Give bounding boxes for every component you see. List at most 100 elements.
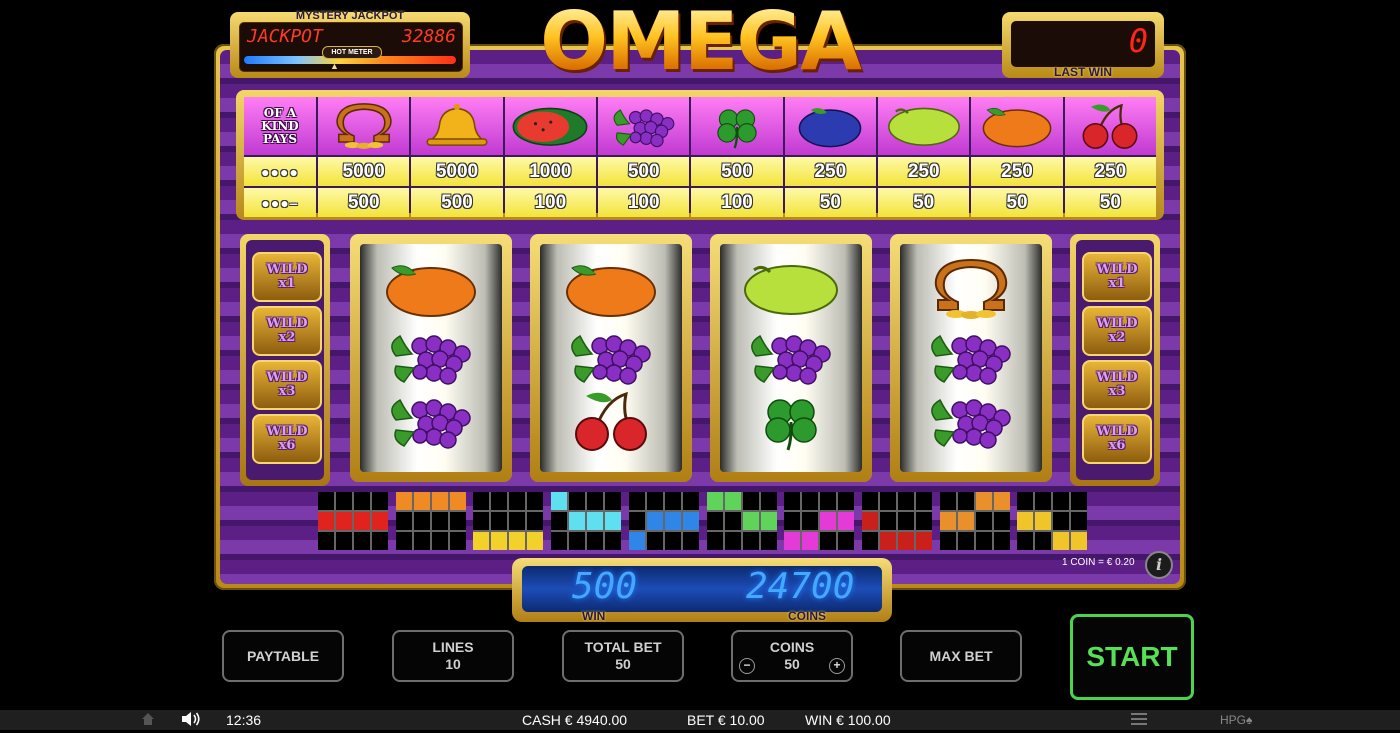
paytable-symbol — [504, 97, 596, 155]
max-bet-button[interactable]: MAX BET — [900, 630, 1022, 682]
wild-tile-x2: WILD x2 — [252, 306, 322, 356]
paytable-symbol — [411, 97, 503, 155]
last-win-label: LAST WIN — [1054, 65, 1112, 79]
grapes-icon — [916, 390, 1026, 452]
four-kind-pay: 5000 — [318, 157, 410, 186]
three-kind-pay: 50 — [1064, 188, 1156, 217]
wild-multiplier-right: WILD x1 WILD x2 WILD x3 WILD x6 — [1070, 234, 1160, 486]
start-button[interactable]: START — [1070, 614, 1194, 700]
four-kind-pay: 250 — [784, 157, 876, 186]
three-kind-pay: 100 — [598, 188, 690, 217]
payline-2 — [395, 492, 466, 550]
paytable-symbol — [878, 97, 970, 155]
paytable-symbol — [598, 97, 690, 155]
grapes-icon — [736, 326, 846, 388]
plum-icon — [788, 102, 872, 150]
three-kind-pay: 50 — [878, 188, 970, 217]
payline-indicators — [318, 492, 1088, 550]
wild-tile-x3: WILD x3 — [252, 360, 322, 410]
payline-3 — [473, 492, 544, 550]
wild-tile-x3: WILD x3 — [1082, 360, 1152, 410]
win-value: 500 — [572, 566, 638, 607]
payline-4 — [551, 492, 622, 550]
payline-5 — [628, 492, 699, 550]
three-kind-label: ●●●– — [244, 188, 316, 217]
coins-value: 24700 — [746, 566, 855, 607]
four-kind-pay: 250 — [878, 157, 970, 186]
grapes-icon — [376, 390, 486, 452]
hot-meter-pointer-icon: ▲ — [330, 61, 339, 71]
paytable-symbol — [1064, 97, 1156, 155]
info-button[interactable]: i — [1145, 551, 1173, 579]
paytable: OF A KIND PAYS ●●●● 5000 5000 1000 500 5… — [244, 97, 1156, 217]
payline-6 — [706, 492, 777, 550]
paytable-header: OF A KIND PAYS — [244, 97, 316, 155]
wild-tile-x1: WILD x1 — [1082, 252, 1152, 302]
wild-tile-x6: WILD x6 — [1082, 414, 1152, 464]
coins-selector: COINS 50 − + — [731, 630, 853, 682]
omega-icon — [322, 102, 406, 150]
lemon-icon — [882, 102, 966, 150]
three-kind-pay: 50 — [784, 188, 876, 217]
jackpot-title: MYSTERY JACKPOT — [295, 10, 405, 22]
four-kind-pay: 1000 — [504, 157, 596, 186]
payline-10 — [1017, 492, 1088, 550]
four-kind-pay: 500 — [691, 157, 783, 186]
four-kind-pay: 250 — [1064, 157, 1156, 186]
three-kind-pay: 50 — [971, 188, 1063, 217]
four-kind-pay: 500 — [598, 157, 690, 186]
reel-2 — [530, 234, 692, 482]
payline-9 — [939, 492, 1010, 550]
total-bet-button[interactable]: TOTAL BET 50 — [562, 630, 684, 682]
bet-text: BET € 10.00 — [687, 712, 765, 728]
reel-1 — [350, 234, 512, 482]
provider-logo: HPG♠ — [1220, 713, 1253, 727]
coins-decrease-button[interactable]: − — [739, 658, 755, 674]
lines-value: 10 — [445, 656, 461, 672]
lemon-icon — [736, 258, 846, 320]
hot-meter-label: HOT METER — [322, 46, 382, 59]
last-win-value: 0 — [1128, 22, 1148, 60]
coins-increase-button[interactable]: + — [829, 658, 845, 674]
four-kind-label: ●●●● — [244, 157, 316, 186]
four-kind-pay: 5000 — [411, 157, 503, 186]
clover-icon — [736, 390, 846, 452]
cash-text: CASH € 4940.00 — [522, 712, 628, 728]
paytable-button[interactable]: PAYTABLE — [222, 630, 344, 682]
win-text: WIN € 100.00 — [805, 712, 891, 728]
wild-multiplier-left: WILD x1 WILD x2 WILD x3 WILD x6 — [240, 234, 330, 486]
grapes-icon — [916, 326, 1026, 388]
three-kind-pay: 500 — [411, 188, 503, 217]
omega-icon — [916, 258, 1026, 320]
paytable-symbol — [318, 97, 410, 155]
grapes-icon — [376, 326, 486, 388]
payline-8 — [861, 492, 932, 550]
win-label: WIN — [582, 609, 606, 623]
menu-icon[interactable] — [1131, 713, 1147, 731]
orange-icon — [975, 102, 1059, 150]
three-kind-pay: 100 — [691, 188, 783, 217]
payline-1 — [318, 492, 388, 550]
coins-bet-value: 50 — [784, 656, 800, 672]
clover-icon — [695, 102, 779, 150]
wild-tile-x6: WILD x6 — [252, 414, 322, 464]
three-kind-pay: 100 — [504, 188, 596, 217]
reel-4 — [890, 234, 1052, 482]
reel-3 — [710, 234, 872, 482]
grapes-icon — [602, 102, 686, 150]
wild-tile-x1: WILD x1 — [252, 252, 322, 302]
bell-icon — [415, 102, 499, 150]
coin-value-text: 1 COIN = € 0.20 — [1062, 557, 1135, 568]
home-icon[interactable] — [140, 711, 156, 732]
jackpot-value: 32886 — [401, 26, 456, 47]
clock-text: 12:36 — [226, 712, 262, 728]
payline-7 — [784, 492, 855, 550]
jackpot-label: JACKPOT — [247, 26, 323, 47]
grapes-icon — [556, 326, 666, 388]
lines-button[interactable]: LINES 10 — [392, 630, 514, 682]
three-kind-pay: 500 — [318, 188, 410, 217]
coins-label: COINS — [788, 609, 827, 623]
paytable-symbol — [691, 97, 783, 155]
paytable-symbol — [971, 97, 1063, 155]
cherries-icon — [1068, 102, 1152, 150]
